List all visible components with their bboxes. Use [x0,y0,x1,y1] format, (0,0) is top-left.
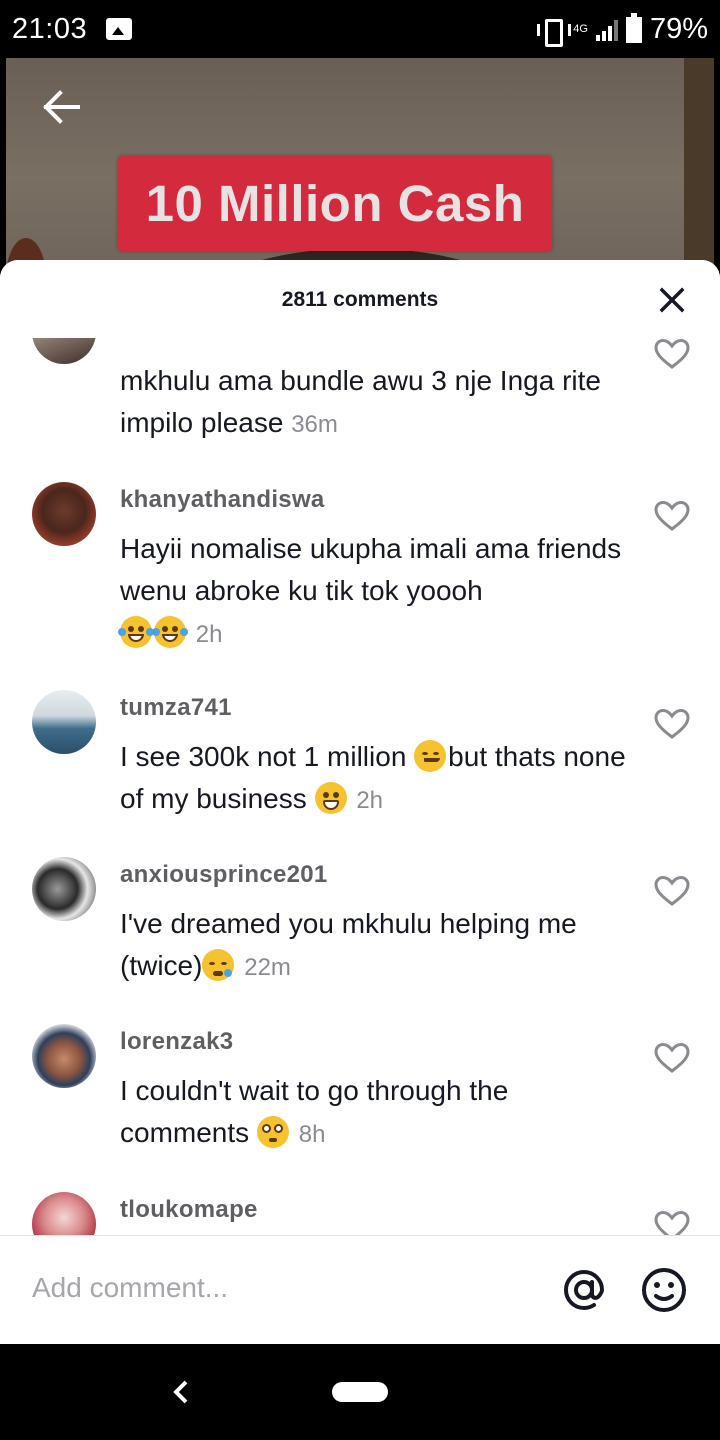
heart-icon[interactable] [654,708,690,740]
comments-sheet: cjamantinasso mkhulu ama bundle awu 3 nj… [0,260,720,1344]
avatar[interactable] [32,482,96,546]
back-button[interactable] [36,82,86,132]
gallery-notification-icon [106,18,132,40]
comment-text: Hayii nomalise ukupha imali ama friends … [118,533,622,648]
laughing-tears-emoji [118,616,154,648]
comment-text: I've dreamed you mkhulu helping me (twic… [120,908,577,981]
grin-emoji [314,782,347,814]
comment-time: 2h [356,787,384,814]
comment-username[interactable]: khanyathandiswa [120,486,325,514]
heart-icon[interactable] [654,338,690,370]
comment-count: 2811 comments [281,288,439,311]
arrow-left-icon [43,90,80,124]
comment-text: I see 300k not 1 million but thats none … [120,740,626,814]
status-icons: 4G 79% [537,12,708,47]
nav-home-pill[interactable] [332,1382,388,1402]
comment-time: 2h [195,621,223,648]
comment-text: mkhulu ama bundle awu 3 nje Inga rite im… [120,365,601,438]
comment-input[interactable]: Add comment... [32,1272,228,1304]
sheet-header: 2811 comments [0,260,720,338]
battery-icon [625,12,642,43]
status-time: 21:03 [12,13,88,45]
close-icon[interactable] [656,284,688,316]
flushed-emoji [256,1116,289,1148]
signal-icon [595,19,618,41]
network-label: 4G [573,23,588,35]
emoji-smile-icon[interactable] [640,1266,688,1314]
heart-icon[interactable] [654,1042,690,1074]
vibrate-icon [537,17,572,47]
avatar[interactable] [32,1192,96,1235]
sleepy-emoji [202,949,235,981]
mention-at-icon[interactable] [560,1266,608,1314]
status-bar: 21:03 4G 79% [0,0,720,60]
comment-username[interactable]: tumza741 [120,694,232,722]
system-nav-bar [0,1344,720,1440]
banner-text: 10 Million Cash [145,175,525,232]
heart-icon[interactable] [654,875,690,907]
laughing-tears-emoji [152,616,188,648]
avatar[interactable] [32,1024,96,1088]
avatar[interactable] [32,857,96,921]
comment-time: 8h [298,1121,326,1148]
avatar[interactable] [32,690,96,754]
comment-time: 22m [244,954,291,981]
heart-icon[interactable] [654,1210,690,1235]
video-banner: 10 Million Cash [118,156,552,251]
smirk-emoji [414,740,447,772]
comment-input-bar: Add comment... [0,1236,720,1344]
comment-text: I couldn't wait to go through the commen… [120,1075,509,1148]
battery-percent: 79% [649,13,708,45]
comment-username[interactable]: anxiousprince201 [120,861,328,889]
heart-icon[interactable] [654,500,690,532]
comment-time: 36m [291,411,338,438]
screen: 21:03 4G 79% 10 Million Cash c [0,0,720,1440]
comments-list[interactable]: cjamantinasso mkhulu ama bundle awu 3 nj… [0,260,720,1235]
comment-username[interactable]: tloukomape [120,1196,258,1224]
comment-username[interactable]: lorenzak3 [120,1028,233,1056]
nav-back-icon[interactable] [166,1372,196,1412]
